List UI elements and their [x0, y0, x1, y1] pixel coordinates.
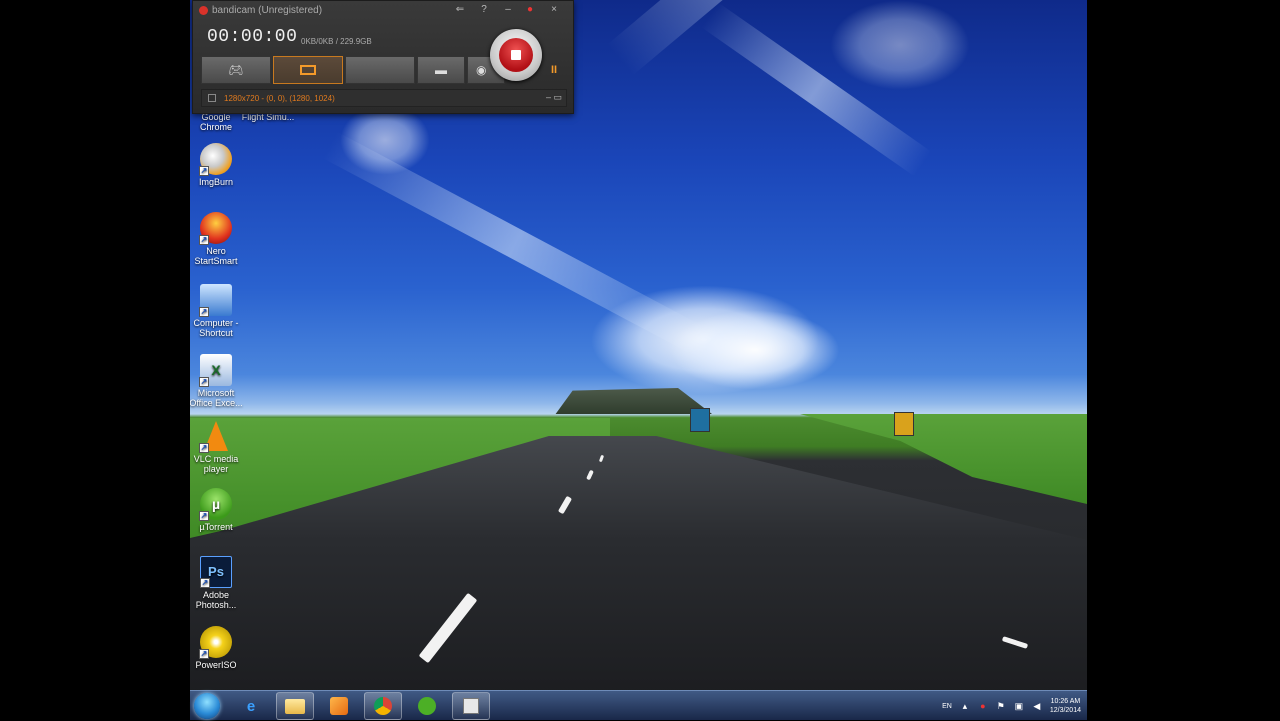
desktop-icon-poweriso[interactable]: ↗ PowerISO [190, 626, 244, 670]
gamepad-icon: 🎮︎ [228, 63, 244, 77]
volume-icon[interactable]: ◀ [1032, 701, 1042, 711]
language-indicator[interactable]: EN [942, 703, 952, 710]
desktop-icon-utorrent[interactable]: µ ↗ µTorrent [190, 488, 244, 532]
open-folder-button[interactable]: ▬ [417, 56, 465, 84]
utorrent-glyph: µ [211, 496, 221, 512]
help-icon[interactable]: ? [473, 3, 495, 17]
desktop-icon-imgburn[interactable]: ↗ ImgBurn [190, 143, 244, 187]
desktop-icon-label: Google Chrome [199, 112, 232, 132]
desktop-icon-label: PowerISO [195, 660, 237, 670]
desktop-icon-label: Adobe Photosh... [195, 590, 237, 610]
desktop-icon-vlc[interactable]: ↗ VLC media player [190, 420, 244, 474]
window-icon [463, 698, 479, 714]
status-checkbox[interactable] [208, 94, 216, 102]
action-center-flag-icon[interactable]: ⚑ [996, 701, 1006, 711]
computer-icon: ↗ [199, 284, 232, 317]
status-window-buttons[interactable]: – ▭ [546, 92, 562, 103]
clock-time: 10:26 AM [1050, 698, 1081, 705]
imgburn-icon: ↗ [199, 143, 232, 176]
cloud [340, 105, 430, 175]
show-hidden-icons-icon[interactable]: ▴ [960, 701, 970, 711]
desktop-icon-label: Computer - Shortcut [193, 318, 239, 338]
cloud [670, 310, 840, 390]
bandicam-title-bar[interactable]: bandicam (Unregistered) [199, 5, 322, 16]
taskbar-clock[interactable]: 10:26 AM 12/3/2014 [1050, 697, 1081, 715]
folder-icon [285, 698, 305, 714]
stop-icon [511, 50, 521, 60]
taskbar-media-player[interactable] [320, 692, 358, 720]
photoshop-glyph: Ps [208, 564, 224, 579]
taskbar: e EN ▴ ● ⚑ ▣ ◀ 10:26 AM 12/3/2014 [190, 690, 1087, 720]
excel-icon: X ↗ [199, 354, 232, 387]
letterbox-right [1087, 0, 1280, 720]
media-player-icon [330, 697, 348, 715]
vlc-cone-icon: ↗ [199, 420, 232, 453]
desktop-icon-label: VLC media player [193, 454, 239, 474]
desktop-icon-microsoft-excel[interactable]: X ↗ Microsoft Office Exce... [190, 354, 244, 408]
road-sign [894, 412, 914, 436]
rectangle-icon [300, 65, 316, 75]
camera-icon: ◉ [476, 63, 487, 77]
folder-icon: ▬ [435, 63, 447, 77]
taskbar-utorrent[interactable] [408, 692, 446, 720]
bandicam-status-bar: 1280x720 - (0, 0), (1280, 1024) – ▭ [201, 89, 567, 107]
bandicam-logo-icon [199, 6, 208, 15]
cloud [830, 0, 970, 90]
desktop-icon-photoshop[interactable]: Ps ↗ Adobe Photosh... [190, 556, 244, 610]
utorrent-icon [418, 697, 436, 715]
desktop-icon-nero-startsmart[interactable]: ↗ Nero StartSmart [190, 212, 244, 266]
road-sign [690, 408, 710, 432]
desktop-icon-label: Nero StartSmart [194, 246, 238, 266]
taskbar-bandicam[interactable] [452, 692, 490, 720]
record-stop-button[interactable] [490, 29, 542, 81]
network-icon[interactable]: ▣ [1014, 701, 1024, 711]
photoshop-icon: Ps ↗ [200, 556, 232, 588]
system-tray: EN ▴ ● ⚑ ▣ ◀ 10:26 AM 12/3/2014 [942, 691, 1081, 721]
device-mode-button[interactable] [345, 56, 415, 84]
close-button[interactable]: × [543, 3, 565, 17]
nero-icon: ↗ [199, 212, 232, 245]
internet-explorer-icon: e [246, 697, 256, 715]
start-button[interactable] [194, 693, 220, 719]
game-mode-button[interactable]: 🎮︎ [201, 56, 271, 84]
recording-timer: 00:00:00 [207, 27, 298, 47]
recording-file-size: 0KB/0KB / 229.9GB [301, 37, 372, 46]
bandicam-title: bandicam (Unregistered) [212, 5, 323, 16]
taskbar-internet-explorer[interactable]: e [232, 692, 270, 720]
bandicam-tray-icon[interactable]: ● [978, 701, 988, 711]
desktop-icon-computer-shortcut[interactable]: ↗ Computer - Shortcut [190, 284, 244, 338]
minimize-button[interactable]: – [497, 3, 519, 17]
desktop-icon-label: µTorrent [199, 522, 233, 532]
letterbox-left [0, 0, 190, 720]
chrome-icon [374, 697, 392, 715]
utorrent-icon: µ ↗ [199, 488, 232, 521]
desktop-icon-label: Microsoft Office Exce... [190, 388, 243, 408]
taskbar-windows-explorer[interactable] [276, 692, 314, 720]
desktop-icon-label: ImgBurn [198, 177, 233, 187]
pause-button[interactable]: II [544, 58, 564, 82]
pin-icon[interactable]: ⇐ [449, 3, 471, 17]
taskbar-google-chrome[interactable] [364, 692, 402, 720]
poweriso-icon: ↗ [199, 626, 232, 659]
clock-date: 12/3/2014 [1049, 707, 1081, 714]
record-indicator-icon[interactable]: ● [519, 3, 541, 17]
bandicam-window[interactable]: bandicam (Unregistered) ⇐ ? – ● × 00:00:… [192, 0, 574, 114]
record-button-core [499, 38, 533, 72]
recording-area-info: 1280x720 - (0, 0), (1280, 1024) [224, 93, 335, 103]
desktop-icon-google-chrome[interactable]: Google Chrome [190, 112, 244, 132]
screen-mode-button[interactable] [273, 56, 343, 84]
